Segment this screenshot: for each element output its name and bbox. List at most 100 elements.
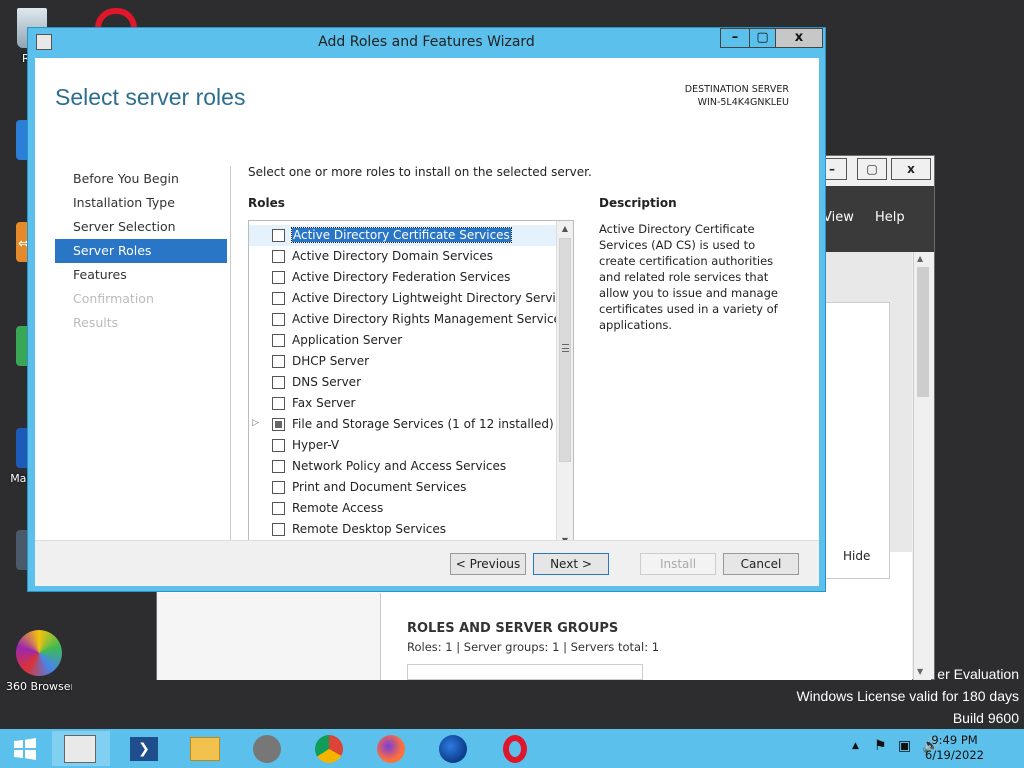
server-manager-maximize-button[interactable]: ▢	[857, 158, 887, 180]
nav-before-you-begin[interactable]: Before You Begin	[55, 167, 227, 191]
role-row[interactable]: Active Directory Domain Services	[249, 246, 573, 267]
role-checkbox[interactable]	[272, 271, 285, 284]
taskbar-opera[interactable]	[486, 731, 544, 766]
server-manager-close-button[interactable]: x	[891, 158, 931, 180]
role-checkbox[interactable]	[272, 313, 285, 326]
roles-scroll-thumb[interactable]	[559, 238, 571, 462]
clock-time: 9:49 PM	[931, 733, 978, 747]
cancel-button[interactable]: Cancel	[723, 553, 799, 575]
action-center-flag-icon[interactable]: ⚑	[874, 738, 887, 754]
360-browser-icon[interactable]: 360 Browser	[6, 630, 72, 693]
chrome-icon	[315, 735, 343, 763]
nav-server-roles[interactable]: Server Roles	[55, 239, 227, 263]
role-label: Application Server	[292, 333, 403, 347]
role-row[interactable]: Active Directory Federation Services	[249, 267, 573, 288]
role-checkbox[interactable]	[272, 439, 285, 452]
role-label: DNS Server	[292, 375, 361, 389]
roles-container: Active Directory Certificate Services Act…	[249, 221, 573, 540]
role-row[interactable]: Remote Access	[249, 498, 573, 519]
role-checkbox[interactable]	[272, 250, 285, 263]
scroll-grip-icon	[562, 344, 569, 352]
watermark-line-3: Build 9600	[952, 710, 1019, 726]
role-checkbox[interactable]	[272, 355, 285, 368]
scroll-up-icon[interactable]: ▲	[557, 221, 573, 237]
role-checkbox[interactable]	[272, 376, 285, 389]
hide-link[interactable]: Hide	[843, 549, 870, 563]
system-clock[interactable]: 9:49 PM 6/19/2022	[925, 733, 984, 763]
role-label: DHCP Server	[292, 354, 370, 368]
network-icon[interactable]: ▣	[898, 738, 911, 754]
role-checkbox[interactable]	[272, 397, 285, 410]
roles-groups-summary: Roles: 1 | Server groups: 1 | Servers to…	[407, 640, 660, 654]
role-checkbox[interactable]	[272, 292, 285, 305]
opera-desktop-icon[interactable]	[95, 8, 137, 28]
add-roles-wizard-window[interactable]: Add Roles and Features Wizard – ▢ x Sele…	[27, 27, 826, 592]
taskbar-firefox-dev[interactable]	[424, 731, 482, 766]
role-checkbox[interactable]	[272, 418, 285, 431]
taskbar-firefox[interactable]	[362, 731, 420, 766]
nav-confirmation: Confirmation	[73, 291, 154, 306]
role-row[interactable]: Active Directory Rights Management Servi…	[249, 309, 573, 330]
role-row[interactable]: DHCP Server	[249, 351, 573, 372]
firefox-icon	[377, 735, 405, 763]
role-label: Print and Document Services	[292, 480, 467, 494]
opera-icon	[503, 735, 527, 763]
role-row[interactable]: Remote Desktop Services	[249, 519, 573, 540]
previous-button[interactable]: < Previous	[450, 553, 526, 575]
role-row[interactable]: Active Directory Lightweight Directory S…	[249, 288, 573, 309]
wizard-close-button[interactable]: x	[775, 28, 823, 48]
wizard-titlebar[interactable]: Add Roles and Features Wizard – ▢ x	[28, 28, 825, 58]
server-manager-scroll-thumb[interactable]	[917, 267, 929, 397]
role-checkbox[interactable]	[272, 481, 285, 494]
scroll-up-icon[interactable]: ▲	[917, 254, 923, 263]
role-checkbox[interactable]	[272, 460, 285, 473]
role-label: Active Directory Federation Services	[292, 270, 511, 284]
role-row[interactable]: Application Server	[249, 330, 573, 351]
taskbar-file-explorer[interactable]	[176, 731, 234, 766]
destination-server-name: WIN-5L4K4GNKLEU	[697, 97, 789, 108]
role-checkbox[interactable]	[272, 523, 285, 536]
taskbar-raccoon-app[interactable]	[238, 731, 296, 766]
menu-view[interactable]: View	[823, 210, 854, 225]
menu-help[interactable]: Help	[875, 210, 905, 225]
install-button: Install	[640, 553, 716, 575]
roles-list-scrollbar[interactable]: ▲ ▼	[556, 221, 573, 549]
role-row[interactable]: Print and Document Services	[249, 477, 573, 498]
start-button[interactable]	[0, 729, 50, 768]
description-heading: Description	[599, 196, 677, 210]
server-manager-sidebar	[157, 593, 381, 680]
server-manager-scrollbar[interactable]: ▲ ▼	[913, 252, 931, 680]
role-checkbox[interactable]	[272, 334, 285, 347]
instruction-text: Select one or more roles to install on t…	[248, 165, 592, 179]
raccoon-icon	[253, 735, 281, 763]
wizard-nav: Before You Begin Installation Type Serve…	[55, 167, 227, 335]
expand-arrow-icon[interactable]: ▷	[252, 418, 259, 428]
wizard-minimize-button[interactable]: –	[720, 28, 750, 48]
description-text: Active Directory Certificate Services (A…	[599, 222, 778, 332]
role-checkbox[interactable]	[272, 502, 285, 515]
wizard-maximize-button[interactable]: ▢	[749, 28, 776, 48]
next-button[interactable]: Next >	[533, 553, 609, 575]
taskbar-powershell[interactable]: ❯	[114, 731, 172, 766]
scroll-down-icon[interactable]: ▼	[917, 667, 923, 676]
nav-server-selection[interactable]: Server Selection	[55, 215, 227, 239]
role-row[interactable]: Fax Server	[249, 393, 573, 414]
taskbar-server-manager[interactable]	[52, 731, 110, 766]
roles-tile[interactable]	[407, 664, 643, 680]
role-label: Active Directory Domain Services	[292, 249, 494, 263]
role-checkbox[interactable]	[272, 229, 285, 242]
tray-chevron-up-icon[interactable]: ▲	[852, 741, 859, 751]
clock-date: 6/19/2022	[925, 748, 984, 762]
nav-features[interactable]: Features	[55, 263, 227, 287]
nav-installation-type[interactable]: Installation Type	[55, 191, 227, 215]
role-row[interactable]: Network Policy and Access Services	[249, 456, 573, 477]
role-row[interactable]: Active Directory Certificate Services	[249, 225, 573, 246]
taskbar-chrome[interactable]	[300, 731, 358, 766]
role-row[interactable]: DNS Server	[249, 372, 573, 393]
server-manager-icon	[64, 735, 96, 763]
roles-list[interactable]: Active Directory Certificate Services Act…	[248, 220, 574, 550]
role-row[interactable]: Hyper-V	[249, 435, 573, 456]
role-label: Active Directory Rights Management Servi…	[292, 312, 568, 326]
role-row[interactable]: ▷ File and Storage Services (1 of 12 inst…	[249, 414, 573, 435]
page-title: Select server roles	[55, 84, 246, 110]
